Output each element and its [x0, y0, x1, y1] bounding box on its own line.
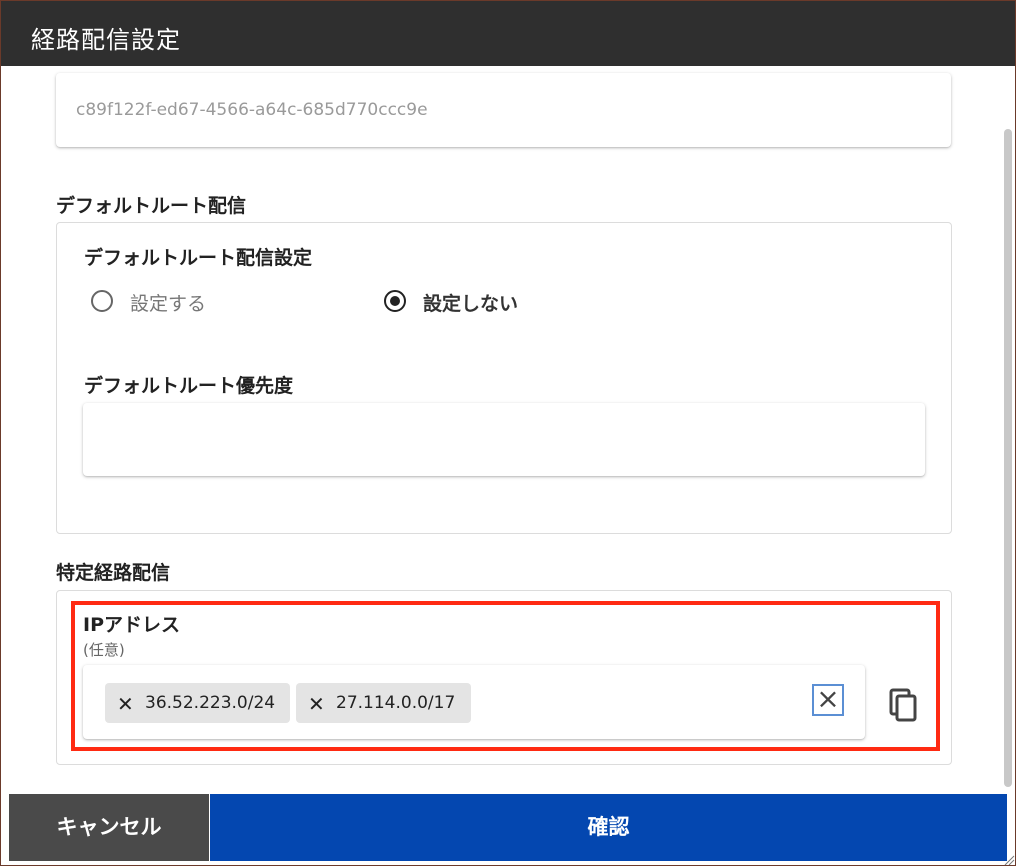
cancel-button[interactable]: キャンセル [9, 794, 209, 861]
radio-set-label[interactable]: 設定する [130, 289, 206, 316]
default-route-setting-label: デフォルトルート配信設定 [84, 247, 313, 269]
chip-remove-icon[interactable]: ✕ [308, 692, 325, 716]
dialog-window: 経路配信設定 c89f122f-ed67-4566-a64c-685d770cc… [0, 0, 1016, 866]
radio-set[interactable] [91, 290, 113, 312]
resize-grip-icon[interactable] [1001, 851, 1015, 865]
window-title: 経路配信設定 [31, 26, 181, 54]
radio-not-set-label[interactable]: 設定しない [423, 289, 518, 316]
id-field[interactable]: c89f122f-ed67-4566-a64c-685d770ccc9e [56, 73, 951, 147]
close-icon: × [816, 682, 840, 715]
copy-icon[interactable] [885, 684, 925, 724]
confirm-button[interactable]: 確認 [210, 794, 1007, 861]
radio-not-set[interactable] [384, 290, 406, 312]
ip-chip: ✕ 27.114.0.0/17 [296, 683, 471, 723]
scrollbar-thumb[interactable] [1004, 129, 1012, 787]
priority-input[interactable] [83, 403, 925, 476]
chip-remove-icon[interactable]: ✕ [117, 692, 134, 716]
ip-chip: ✕ 36.52.223.0/24 [105, 683, 290, 723]
clear-all-button[interactable]: × [812, 684, 844, 716]
title-bar: 経路配信設定 [1, 1, 1015, 66]
id-value: c89f122f-ed67-4566-a64c-685d770ccc9e [76, 100, 428, 120]
chip-label: 27.114.0.0/17 [336, 693, 456, 713]
default-route-priority-label: デフォルトルート優先度 [84, 375, 294, 397]
default-route-panel: デフォルトルート配信設定 設定する 設定しない デフォルトルート優先度 [56, 222, 952, 534]
chip-label: 36.52.223.0/24 [145, 693, 276, 713]
ip-address-hint: (任意) [83, 641, 125, 659]
specific-route-section-label: 特定経路配信 [56, 562, 171, 584]
default-route-section-label: デフォルトルート配信 [56, 195, 247, 217]
ip-address-label: IPアドレス [83, 614, 180, 636]
